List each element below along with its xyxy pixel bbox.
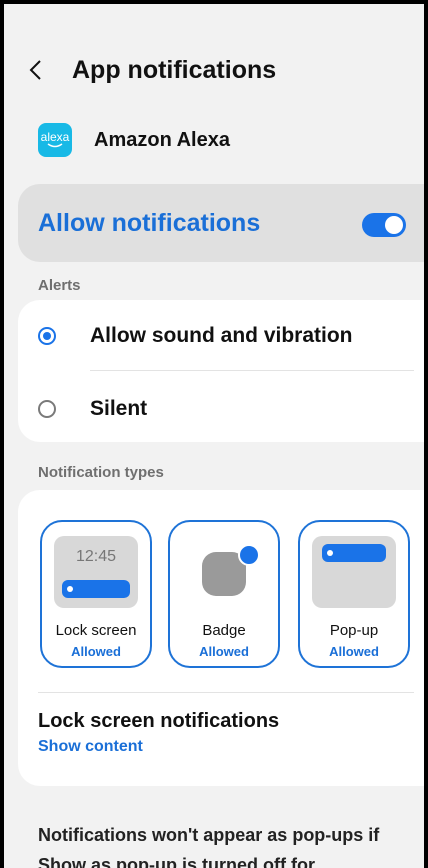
header: App notifications [28,48,276,92]
divider [90,370,414,371]
alerts-section-label: Alerts [38,277,81,294]
tile-status: Allowed [329,644,379,659]
popup-pill [322,544,386,562]
allow-notifications-label: Allow notifications [38,208,261,237]
chevron-left-icon [29,60,41,80]
popup-preview [312,536,396,608]
badge-dot-icon [238,544,260,566]
page-title: App notifications [72,55,277,84]
alert-option-silent[interactable]: Silent [38,397,147,421]
lock-screen-preview: 12:45 [54,536,138,608]
app-name: Amazon Alexa [94,128,230,151]
tile-name: Lock screen [55,622,137,639]
notification-types-card: 12:45 Lock screen Allowed Badge Allowed … [18,490,424,786]
notification-types-section-label: Notification types [38,464,164,481]
app-logo-text: alexa [40,130,70,144]
lock-screen-notifications-value: Show content [38,738,143,755]
tile-status: Allowed [199,644,249,659]
lock-screen-time: 12:45 [75,548,117,565]
alert-option-label: Silent [90,397,148,420]
screen: App notifications alexa Amazon Alexa All… [4,4,424,868]
smile-arrow-icon [47,143,63,148]
tile-name: Badge [202,622,246,639]
tile-name: Pop-up [329,622,379,639]
notification-pill [62,580,130,598]
back-button[interactable] [28,50,58,90]
alexa-app-icon: alexa [38,123,72,157]
tile-status: Allowed [71,644,121,659]
toggle-knob [385,216,403,234]
radio-selected-icon[interactable] [38,327,56,345]
pill-dot [67,586,73,592]
footer-info-text: Notifications won't appear as pop-ups if… [38,825,380,868]
app-row: alexa Amazon Alexa [38,123,230,157]
pill-dot [327,550,333,556]
popup-tile[interactable]: Pop-up Allowed [298,520,410,668]
alert-option-label: Allow sound and vibration [90,324,353,347]
allow-notifications-toggle[interactable] [362,213,406,237]
alerts-card: Allow sound and vibration Silent [18,300,424,442]
radio-unselected-icon[interactable] [38,400,56,418]
badge-tile[interactable]: Badge Allowed [168,520,280,668]
divider [38,692,414,693]
allow-notifications-row[interactable]: Allow notifications [18,184,424,262]
lock-screen-notifications-title: Lock screen notifications [38,710,280,732]
lock-screen-tile[interactable]: 12:45 Lock screen Allowed [40,520,152,668]
alert-option-sound[interactable]: Allow sound and vibration [38,324,353,348]
